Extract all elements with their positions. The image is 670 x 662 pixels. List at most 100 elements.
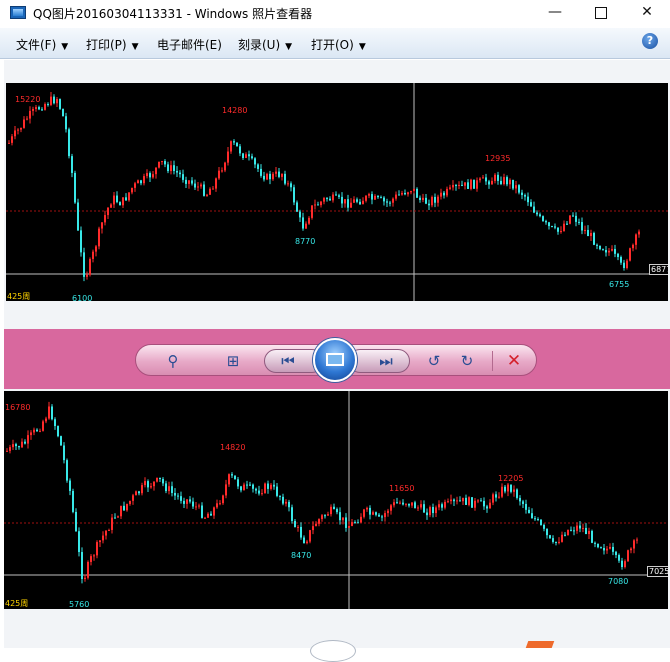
chevron-down-icon: ▼ — [61, 42, 69, 52]
candle-body — [423, 504, 425, 513]
candle-body — [453, 499, 455, 502]
close-button[interactable]: ✕ — [624, 0, 670, 26]
candle-body — [230, 141, 232, 152]
candle-body — [87, 561, 89, 578]
candle-body — [176, 170, 178, 173]
candle-body — [608, 250, 610, 253]
candle-body — [498, 496, 500, 498]
candle-body — [200, 184, 202, 187]
next-icon[interactable]: ⏭ — [375, 351, 397, 371]
rotate-cw-icon[interactable]: ↻ — [456, 351, 478, 371]
candle-body — [468, 497, 470, 505]
candle-body — [86, 274, 88, 277]
candle-body — [20, 127, 22, 130]
candle-body — [98, 228, 100, 247]
menu-file[interactable]: 文件(F) ▼ — [16, 36, 68, 53]
candle-body — [380, 197, 382, 199]
candle-body — [173, 165, 175, 171]
minimize-button[interactable]: — — [532, 0, 578, 26]
candle-body — [605, 249, 607, 253]
candle-body — [638, 231, 640, 235]
candle-body — [101, 222, 103, 229]
label-high-left: 16780 — [5, 403, 31, 412]
candle-body — [341, 196, 343, 204]
candle-body — [249, 484, 251, 486]
candle-body — [536, 212, 538, 215]
candle-body — [218, 170, 220, 179]
zoom-icon[interactable]: ⚲ — [162, 351, 184, 371]
candle-body — [501, 486, 503, 497]
candle-body — [447, 501, 449, 503]
candle-body — [260, 168, 262, 176]
candle-body — [636, 539, 638, 541]
candle-body — [389, 202, 391, 204]
candle-body — [149, 173, 151, 178]
candle-body — [564, 534, 566, 536]
candle-body — [594, 542, 596, 544]
chevron-down-icon: ▼ — [358, 42, 366, 52]
candle-body — [332, 194, 334, 201]
candle-body — [360, 516, 362, 523]
slideshow-button[interactable] — [313, 338, 357, 382]
menu-print[interactable]: 打印(P) ▼ — [86, 36, 139, 53]
maximize-button[interactable] — [578, 0, 624, 26]
candle-body — [228, 474, 230, 485]
previous-icon[interactable]: ⏮ — [277, 351, 299, 371]
candle-body — [504, 486, 506, 492]
candle-body — [312, 526, 314, 531]
menu-email[interactable]: 电子邮件(E) — [157, 36, 222, 53]
candle-body — [45, 418, 47, 422]
menu-burn[interactable]: 刻录(U) ▼ — [238, 36, 292, 53]
candle-body — [297, 526, 299, 528]
candle-body — [585, 527, 587, 535]
candle-body — [491, 180, 493, 185]
help-icon[interactable]: ? — [642, 33, 658, 49]
candle-body — [597, 543, 599, 548]
candle-body — [15, 444, 17, 447]
candle-body — [116, 195, 118, 203]
viewer-control-bar: ⚲ ⊞ ⏮ ⏭ ↺ ↻ ✕ — [4, 329, 670, 389]
candle-body — [270, 484, 272, 489]
candle-body — [530, 202, 532, 207]
delete-icon[interactable]: ✕ — [503, 351, 525, 371]
candle-body — [606, 548, 608, 551]
candle-body — [125, 197, 127, 201]
fit-window-icon[interactable]: ⊞ — [222, 351, 244, 371]
candle-body — [554, 226, 556, 228]
candle-body — [299, 211, 301, 218]
candle-body — [630, 548, 632, 551]
candle-body — [251, 156, 253, 159]
candle-body — [234, 475, 236, 480]
candle-body — [440, 192, 442, 197]
candle-body — [552, 538, 554, 542]
candle-body — [189, 499, 191, 502]
candle-body — [288, 501, 290, 508]
candle-body — [515, 185, 517, 189]
candle-body — [72, 490, 74, 512]
candle-body — [56, 99, 58, 104]
candle-body — [434, 196, 436, 203]
candle-body — [39, 430, 41, 432]
candle-body — [345, 517, 347, 528]
slideshow-icon — [326, 353, 344, 366]
candle-body — [62, 108, 64, 117]
candle-body — [50, 96, 52, 105]
candle-body — [188, 180, 190, 184]
candle-body — [162, 479, 164, 484]
candle-body — [384, 513, 386, 518]
chevron-down-icon: ▼ — [285, 42, 293, 52]
candle-body — [51, 406, 53, 420]
candle-body — [620, 257, 622, 263]
candle-body — [300, 526, 302, 538]
candle-body — [425, 197, 427, 204]
candle-body — [78, 531, 80, 553]
rotate-ccw-icon[interactable]: ↺ — [423, 351, 445, 371]
candle-body — [414, 502, 416, 509]
label-period: 425周 — [5, 599, 29, 608]
candle-body — [546, 528, 548, 536]
candle-body — [158, 161, 160, 168]
menu-open[interactable]: 打开(O) ▼ — [311, 36, 366, 53]
candle-body — [399, 502, 401, 504]
candle-body — [152, 174, 154, 178]
candle-body — [488, 181, 490, 185]
